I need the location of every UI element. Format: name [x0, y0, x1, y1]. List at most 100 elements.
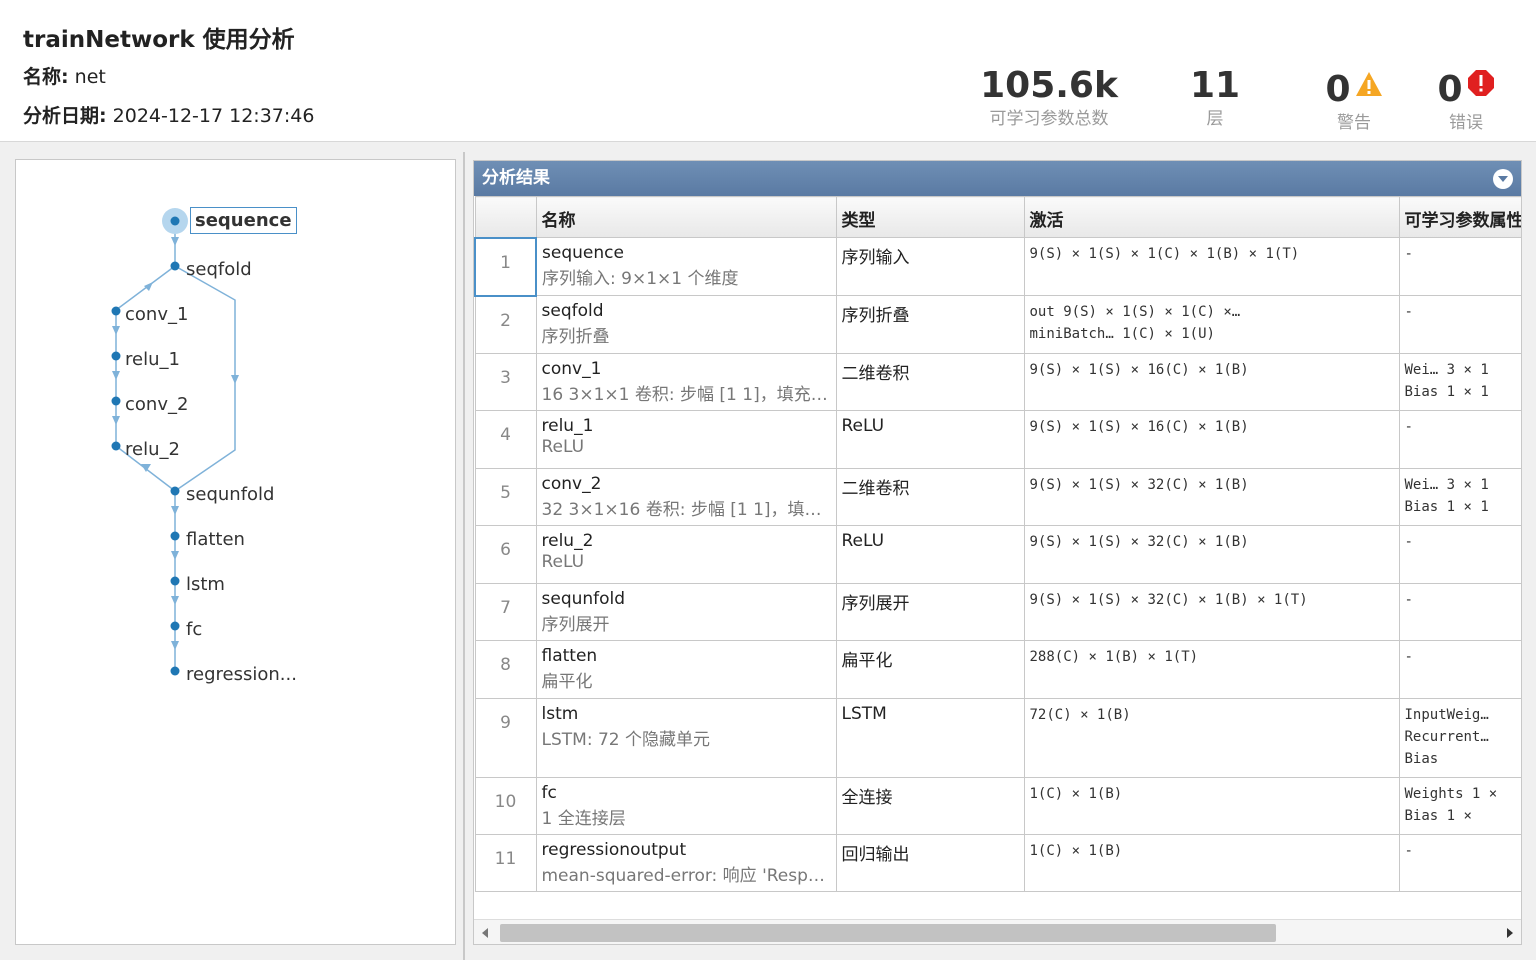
- stat-errors[interactable]: 0 错误: [1430, 66, 1502, 136]
- layer-name-cell[interactable]: seqfold 序列折叠: [535, 295, 837, 354]
- activation-cell[interactable]: 1(C) × 1(B): [1023, 777, 1400, 835]
- panel-splitter[interactable]: [463, 152, 465, 960]
- horizontal-scrollbar[interactable]: [474, 919, 1521, 944]
- table-row[interactable]: 8 flatten 扁平化 扁平化 288(C) × 1(B) × 1(T) -: [474, 640, 1521, 699]
- layer-type-cell[interactable]: LSTM: [835, 698, 1025, 778]
- layer-type-cell[interactable]: 序列输入: [835, 237, 1025, 296]
- row-index[interactable]: 7: [474, 583, 537, 641]
- stat-warnings[interactable]: 0 警告: [1314, 66, 1394, 136]
- learnables-cell[interactable]: -: [1398, 525, 1521, 584]
- layer-type-cell[interactable]: 回归输出: [835, 834, 1025, 892]
- activation-cell[interactable]: 288(C) × 1(B) × 1(T): [1023, 640, 1400, 699]
- learnables-line-2: Recurrent…: [1404, 729, 1489, 745]
- learnables-line-1: InputWeig…: [1404, 707, 1489, 723]
- stat-layers: 11 层: [1184, 66, 1246, 132]
- graph-node-relu_2[interactable]: relu_2: [125, 439, 180, 460]
- graph-node-sequnfold[interactable]: sequnfold: [186, 484, 274, 505]
- table-row[interactable]: 10 fc 1 全连接层 全连接 1(C) × 1(B) Weights 1 × Bias …: [474, 777, 1521, 835]
- col-header-activation[interactable]: 激活: [1023, 196, 1400, 238]
- graph-node-lstm[interactable]: lstm: [186, 574, 225, 595]
- params-count: 105.6k: [980, 65, 1118, 106]
- activation-cell[interactable]: 9(S) × 1(S) × 16(C) × 1(B): [1023, 353, 1400, 411]
- layer-name-cell[interactable]: relu_1 ReLU: [535, 410, 837, 469]
- scroll-left-icon[interactable]: [482, 928, 488, 938]
- table-row[interactable]: 2 seqfold 序列折叠 序列折叠 out 9(S) × 1(S) × 1(C) ×…: [474, 295, 1521, 354]
- row-index[interactable]: 6: [474, 525, 537, 584]
- row-index[interactable]: 10: [474, 777, 537, 835]
- table-row[interactable]: 7 sequnfold 序列展开 序列展开 9(S) × 1(S) × 32(C) × …: [474, 583, 1521, 641]
- layer-name-cell[interactable]: relu_2 ReLU: [535, 525, 837, 584]
- layer-name-cell[interactable]: lstm LSTM: 72 个隐藏单元: [535, 698, 837, 778]
- table-row[interactable]: 4 relu_1 ReLU ReLU 9(S) × 1(S) × 16(C) × 1(B…: [474, 410, 1521, 469]
- layer-type-cell[interactable]: 全连接: [835, 777, 1025, 835]
- table-row[interactable]: 3 conv_1 16 3×1×1 卷积: 步幅 [1 1]，填充 's... 二维卷…: [474, 353, 1521, 411]
- scrollbar-thumb[interactable]: [500, 924, 1276, 942]
- activation-cell[interactable]: 72(C) × 1(B): [1023, 698, 1400, 778]
- table-row[interactable]: 5 conv_2 32 3×1×16 卷积: 步幅 [1 1]，填充 ... 二维卷积…: [474, 468, 1521, 526]
- layer-name-cell[interactable]: flatten 扁平化: [535, 640, 837, 699]
- layer-type: 序列折叠: [841, 306, 910, 326]
- layer-name-cell[interactable]: sequence 序列输入: 9×1×1 个维度: [535, 237, 837, 296]
- layer-name-cell[interactable]: conv_2 32 3×1×16 卷积: 步幅 [1 1]，填充 ...: [535, 468, 837, 526]
- col-header-index[interactable]: [474, 196, 537, 238]
- col-header-learnables[interactable]: 可学习参数属性: [1398, 196, 1521, 238]
- graph-node-conv_1[interactable]: conv_1: [125, 304, 188, 325]
- activation-cell[interactable]: 1(C) × 1(B): [1023, 834, 1400, 892]
- table-row[interactable]: 6 relu_2 ReLU ReLU 9(S) × 1(S) × 32(C) × 1(B…: [474, 525, 1521, 584]
- layer-type-cell[interactable]: 扁平化: [835, 640, 1025, 699]
- row-index[interactable]: 3: [474, 353, 537, 411]
- table-row[interactable]: 9 lstm LSTM: 72 个隐藏单元 LSTM 72(C) × 1(B) Input…: [474, 698, 1521, 778]
- results-title-bar: 分析结果: [474, 161, 1521, 196]
- graph-node-relu_1[interactable]: relu_1: [125, 349, 180, 370]
- learnables-cell[interactable]: InputWeig… Recurrent… Bias: [1398, 698, 1521, 778]
- layer-type-cell[interactable]: 序列展开: [835, 583, 1025, 641]
- row-index[interactable]: 5: [474, 468, 537, 526]
- activation-cell[interactable]: 9(S) × 1(S) × 32(C) × 1(B): [1023, 525, 1400, 584]
- activation-cell[interactable]: 9(S) × 1(S) × 32(C) × 1(B) × 1(T): [1023, 583, 1400, 641]
- row-index[interactable]: 11: [474, 834, 537, 892]
- layer-name-cell[interactable]: regressionoutput mean-squared-error: 响应 '…: [535, 834, 837, 892]
- layer-type-cell[interactable]: 二维卷积: [835, 353, 1025, 411]
- learnables-cell[interactable]: -: [1398, 583, 1521, 641]
- layer-name-cell[interactable]: conv_1 16 3×1×1 卷积: 步幅 [1 1]，填充 's...: [535, 353, 837, 411]
- activation-cell[interactable]: 9(S) × 1(S) × 16(C) × 1(B): [1023, 410, 1400, 469]
- row-index[interactable]: 1: [474, 236, 537, 297]
- graph-node-conv_2[interactable]: conv_2: [125, 394, 188, 415]
- activation-cell[interactable]: out 9(S) × 1(S) × 1(C) ×… miniBatch… 1(C)…: [1023, 295, 1400, 354]
- learnables-cell[interactable]: -: [1398, 640, 1521, 699]
- graph-node-regression[interactable]: regression...: [186, 664, 297, 685]
- activation-cell[interactable]: 9(S) × 1(S) × 32(C) × 1(B): [1023, 468, 1400, 526]
- graph-node-fc[interactable]: fc: [186, 619, 202, 640]
- layer-name-cell[interactable]: fc 1 全连接层: [535, 777, 837, 835]
- learnables-cell[interactable]: Wei… 3 × 1 Bias 1 × 1: [1398, 468, 1521, 526]
- row-index[interactable]: 8: [474, 640, 537, 699]
- layer-description: 16 3×1×1 卷积: 步幅 [1 1]，填充 's...: [541, 385, 831, 405]
- row-index[interactable]: 2: [474, 295, 537, 354]
- table-row[interactable]: 1 sequence 序列输入: 9×1×1 个维度 序列输入 9(S) × 1(S) …: [474, 236, 1521, 297]
- layer-description: 扁平化: [541, 672, 593, 692]
- learnables-cell[interactable]: -: [1398, 237, 1521, 296]
- layer-type-cell[interactable]: 序列折叠: [835, 295, 1025, 354]
- collapse-icon[interactable]: [1493, 169, 1513, 189]
- learnables-cell[interactable]: -: [1398, 410, 1521, 469]
- network-graph-panel[interactable]: sequence seqfold conv_1 relu_1 conv_2 re…: [15, 159, 456, 945]
- graph-node-flatten[interactable]: flatten: [186, 529, 245, 550]
- learnables-cell[interactable]: -: [1398, 834, 1521, 892]
- layer-type-cell[interactable]: ReLU: [835, 525, 1025, 584]
- learnables-cell[interactable]: -: [1398, 295, 1521, 354]
- activation-cell[interactable]: 9(S) × 1(S) × 1(C) × 1(B) × 1(T): [1023, 237, 1400, 296]
- scroll-right-icon[interactable]: [1507, 928, 1513, 938]
- learnables-line-1: -: [1404, 419, 1413, 435]
- learnables-cell[interactable]: Weights 1 × Bias 1 ×: [1398, 777, 1521, 835]
- graph-node-seqfold[interactable]: seqfold: [186, 259, 252, 280]
- col-header-type[interactable]: 类型: [835, 196, 1025, 238]
- col-header-name[interactable]: 名称: [535, 196, 837, 238]
- layer-type-cell[interactable]: ReLU: [835, 410, 1025, 469]
- layer-name-cell[interactable]: sequnfold 序列展开: [535, 583, 837, 641]
- layer-type-cell[interactable]: 二维卷积: [835, 468, 1025, 526]
- table-row[interactable]: 11 regressionoutput mean-squared-error: 响应…: [474, 834, 1521, 892]
- row-index[interactable]: 9: [474, 698, 537, 778]
- learnables-cell[interactable]: Wei… 3 × 1 Bias 1 × 1: [1398, 353, 1521, 411]
- graph-node-sequence[interactable]: sequence: [190, 207, 297, 234]
- row-index[interactable]: 4: [474, 410, 537, 469]
